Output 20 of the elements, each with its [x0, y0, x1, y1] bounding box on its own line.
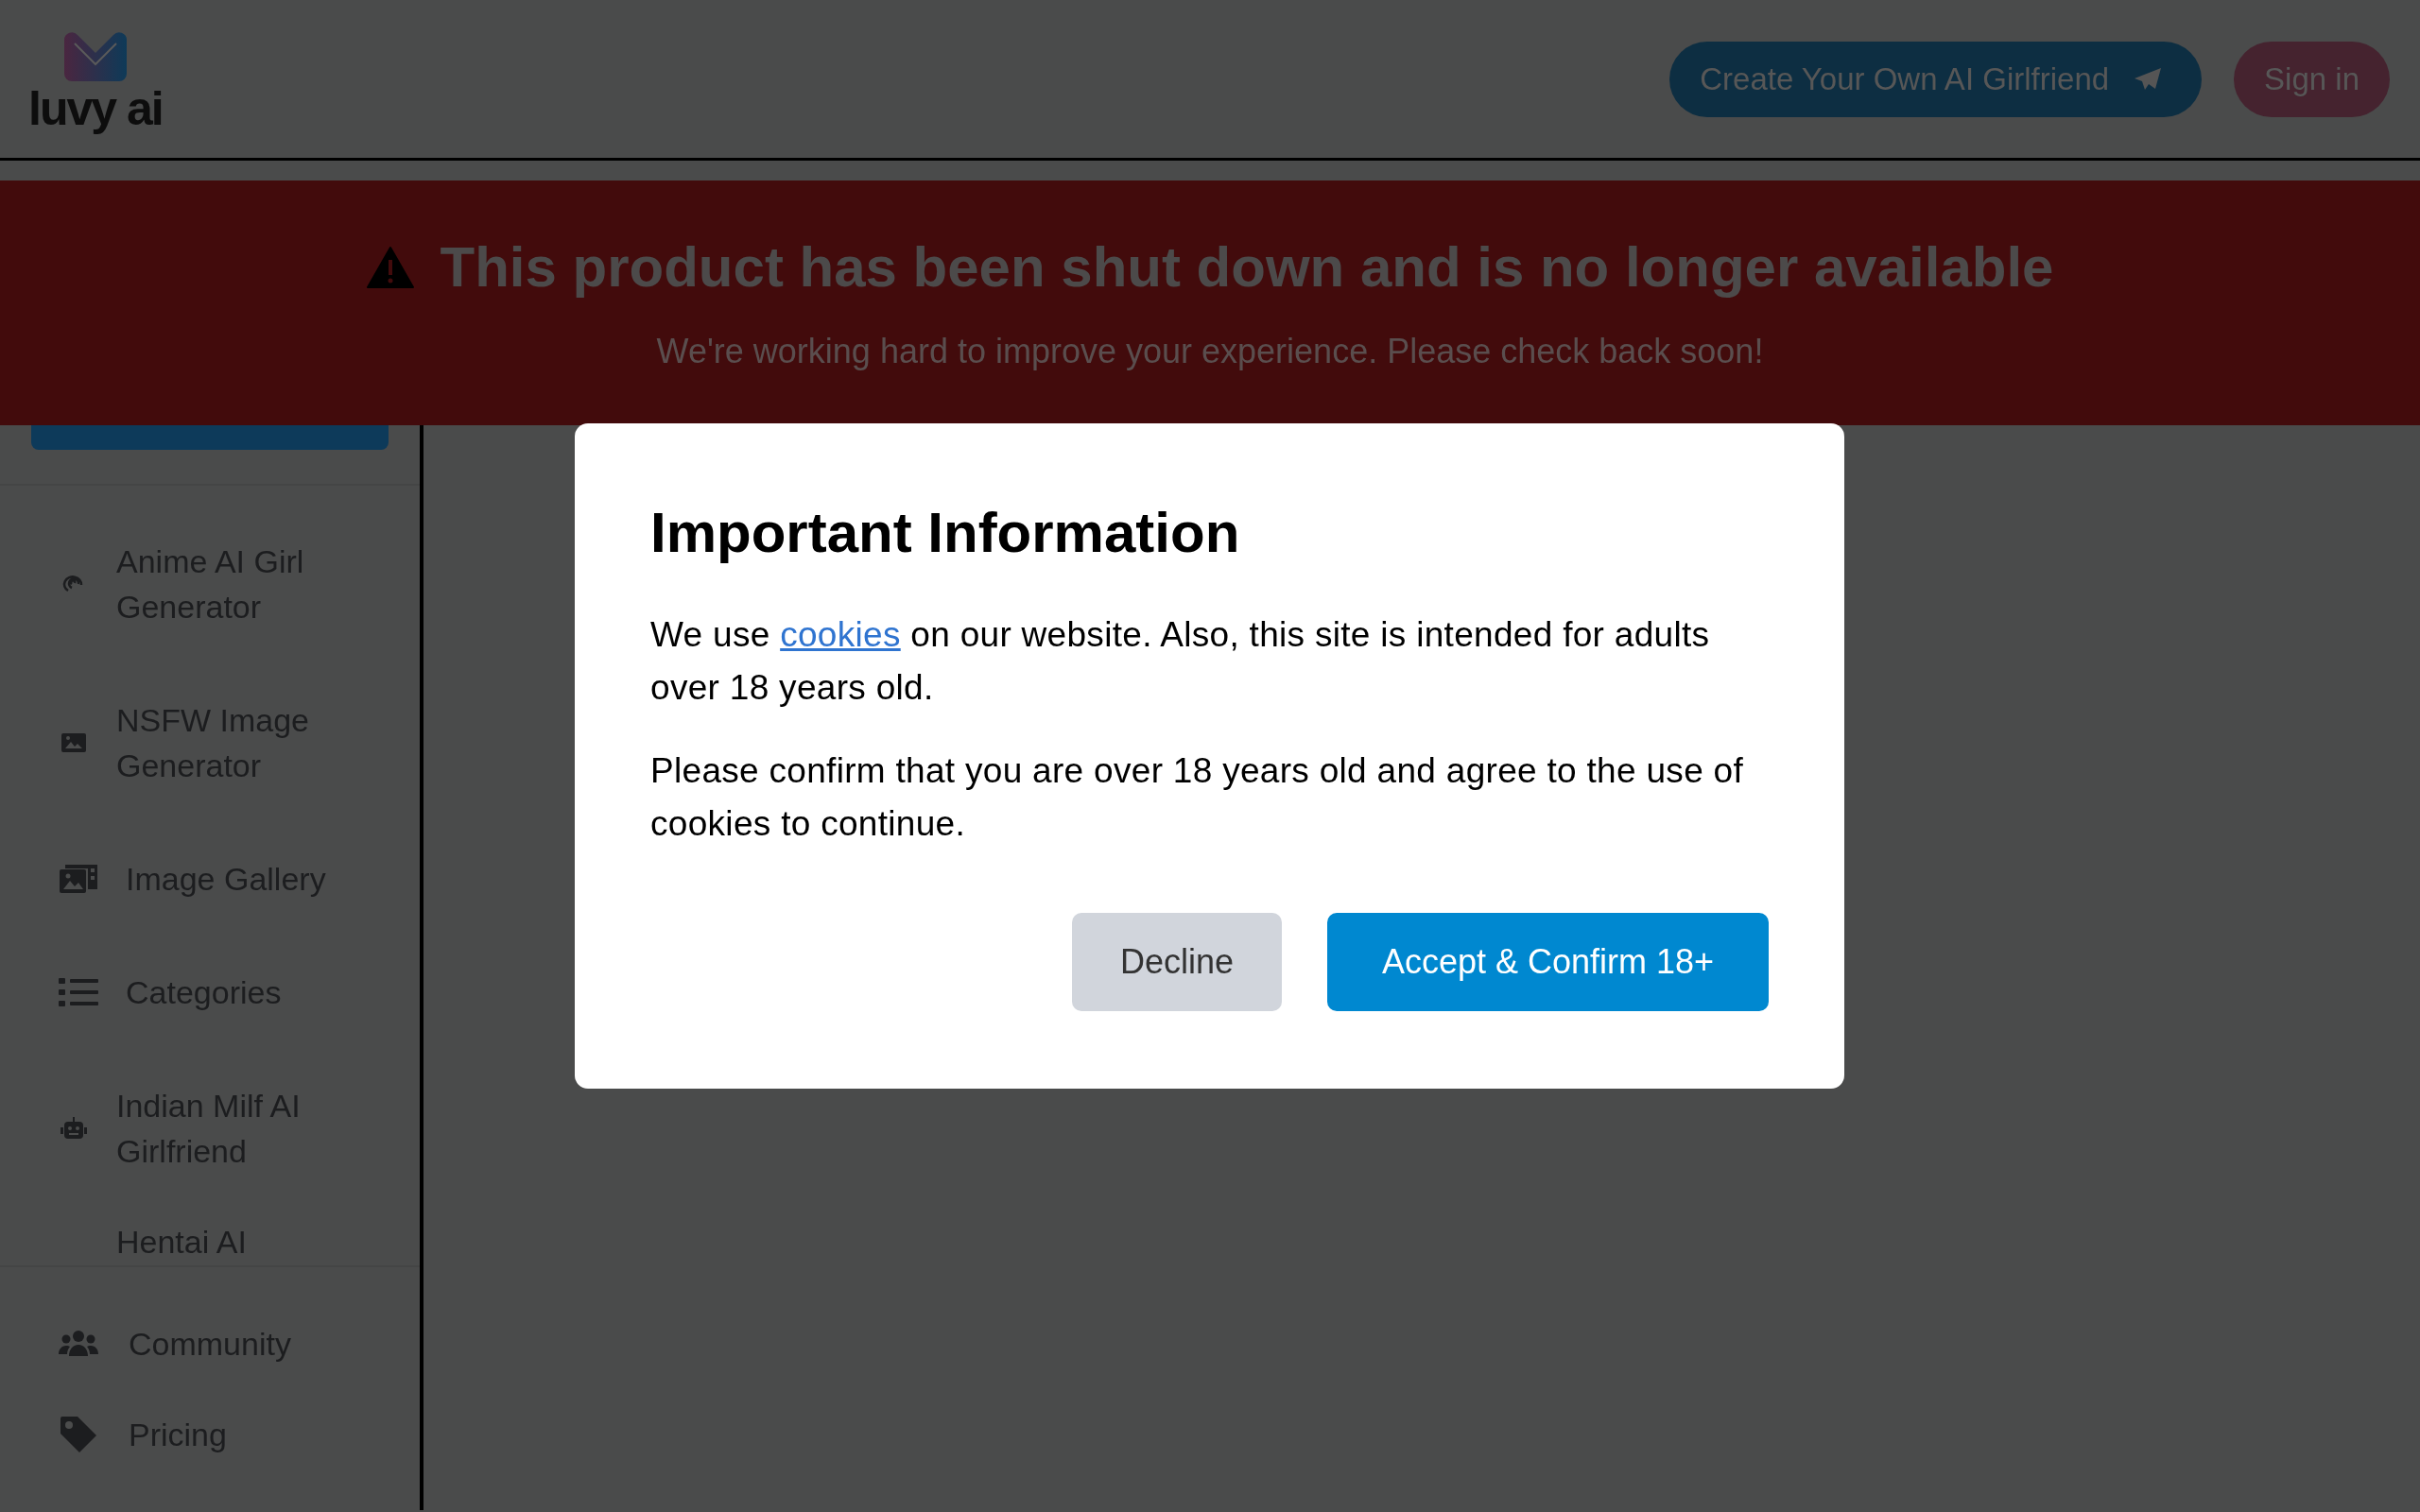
warning-icon — [366, 246, 414, 288]
image-icon — [60, 732, 87, 753]
logo-icon — [64, 31, 127, 81]
send-icon — [2134, 66, 2163, 92]
tag-icon — [59, 1415, 98, 1454]
logo-text: luvy ai — [28, 84, 163, 132]
cookies-link[interactable]: cookies — [780, 615, 901, 654]
create-girlfriend-button[interactable]: Create Your Own AI Girlfriend — [1669, 41, 2203, 117]
spiral-icon — [60, 575, 83, 593]
gallery-icon — [59, 864, 98, 894]
dialog-text: We use cookies on our website. Also, this site is intended for adults over 18 years old. — [650, 614, 1711, 709]
decline-button[interactable]: Decline — [1072, 913, 1282, 1011]
list-icon — [59, 977, 98, 1007]
dialog-title: Important Information — [650, 500, 1241, 566]
users-icon — [59, 1330, 98, 1358]
dialog-text: Please confirm that you are over 18 years old and agree to the use of cookies to continue. — [650, 750, 1745, 845]
robot-icon — [60, 1117, 87, 1140]
banner-title: This product has been shut down and is no longer available — [440, 234, 2054, 300]
banner-subtitle: We're working hard to improve your experience. Please check back soon! — [656, 332, 1764, 371]
accept-button[interactable]: Accept & Confirm 18+ — [1327, 913, 1769, 1011]
